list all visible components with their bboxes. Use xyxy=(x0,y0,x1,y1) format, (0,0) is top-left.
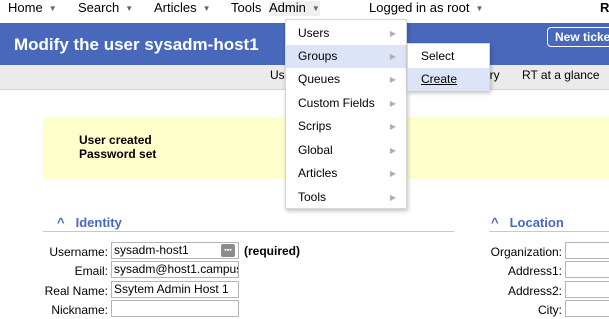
chevron-up-icon: ^ xyxy=(491,215,499,230)
chevron-down-icon: ▼ xyxy=(475,3,484,13)
location-section-title: Location xyxy=(509,215,564,230)
nav-tools-label: Tools xyxy=(231,0,262,15)
nav-logged-in-user[interactable]: Logged in as root ▼ xyxy=(369,1,483,16)
menu-item-label: Scrips xyxy=(298,119,332,133)
nickname-field[interactable] xyxy=(111,300,239,317)
nav-admin-label: Admin xyxy=(269,0,306,15)
chevron-right-icon: ▶ xyxy=(389,52,396,61)
menu-item-users[interactable]: Users ▶ xyxy=(286,22,406,45)
menu-item-tools[interactable]: Tools ▶ xyxy=(286,186,406,209)
username-field[interactable]: sysadm-host1 xyxy=(111,242,239,259)
nav-overflow-label: R xyxy=(600,0,609,15)
organization-field[interactable] xyxy=(565,242,609,259)
organization-label: Organization: xyxy=(490,245,562,259)
identity-divider xyxy=(43,231,454,232)
chevron-right-icon: ▶ xyxy=(389,29,396,38)
nav-admin[interactable]: Admin ▼ xyxy=(269,1,320,16)
result-message: Password set xyxy=(79,147,157,161)
real-name-label: Real Name: xyxy=(44,284,108,298)
nav-overflow-item[interactable]: R xyxy=(600,1,609,15)
city-field[interactable] xyxy=(565,300,609,317)
groups-submenu: Select Create xyxy=(407,43,490,91)
menu-item-global[interactable]: Global ▶ xyxy=(286,139,406,162)
real-name-field[interactable]: Ssytem Admin Host 1 xyxy=(111,281,239,298)
menu-item-label: Global xyxy=(298,143,333,157)
address1-field[interactable] xyxy=(565,261,609,278)
chevron-down-icon: ▼ xyxy=(311,3,320,13)
tab-user-partial[interactable]: Us xyxy=(270,68,285,82)
chevron-up-icon: ^ xyxy=(57,215,65,230)
chevron-right-icon: ▶ xyxy=(389,169,396,178)
nav-search[interactable]: Search ▼ xyxy=(78,1,133,16)
page-title: Modify the user sysadm-host1 xyxy=(14,35,259,54)
nav-home-label: Home xyxy=(8,0,43,15)
keyboard-icon[interactable]: ▪▪▪ xyxy=(221,244,235,257)
location-divider xyxy=(489,231,609,232)
chevron-right-icon: ▶ xyxy=(389,75,396,84)
top-menu-bar: Home ▼ Search ▼ Articles ▼ Tools ▼ Admin ▼ Lo… xyxy=(0,0,609,16)
nav-articles-label: Articles xyxy=(154,0,197,15)
menu-item-label: Users xyxy=(298,26,330,40)
menu-item-label: Custom Fields xyxy=(298,96,375,110)
nav-articles[interactable]: Articles ▼ xyxy=(154,1,211,16)
admin-dropdown-menu: Users ▶ Groups ▶ Queues ▶ Custom Fields ▶ Sc… xyxy=(285,19,407,209)
menu-item-label: Tools xyxy=(298,190,327,204)
menu-item-label: Articles xyxy=(298,166,338,180)
identity-section-title: Identity xyxy=(75,215,122,230)
chevron-down-icon: ▼ xyxy=(48,3,57,13)
nav-logged-in-label: Logged in as root xyxy=(369,0,470,15)
identity-section-toggle[interactable]: ^ Identity xyxy=(57,216,122,230)
chevron-down-icon: ▼ xyxy=(202,3,211,13)
address2-field[interactable] xyxy=(565,281,609,298)
chevron-down-icon: ▼ xyxy=(125,3,134,13)
chevron-right-icon: ▶ xyxy=(389,122,396,131)
chevron-right-icon: ▶ xyxy=(389,193,396,202)
new-ticket-button[interactable]: New ticket xyxy=(547,27,609,47)
email-field[interactable]: sysadm@host1.campus xyxy=(111,261,239,278)
email-label: Email: xyxy=(74,264,108,278)
address2-label: Address2: xyxy=(507,284,562,298)
menu-item-scrips[interactable]: Scrips ▶ xyxy=(286,115,406,138)
chevron-right-icon: ▶ xyxy=(389,99,396,108)
menu-item-articles[interactable]: Articles ▶ xyxy=(286,162,406,185)
location-section-toggle[interactable]: ^ Location xyxy=(491,216,564,230)
menu-item-custom-fields[interactable]: Custom Fields ▶ xyxy=(286,92,406,115)
nav-search-label: Search xyxy=(78,0,120,15)
city-label: City: xyxy=(538,303,562,317)
required-indicator: (required) xyxy=(244,244,301,258)
submenu-item-select[interactable]: Select xyxy=(408,45,489,68)
nickname-label: Nickname: xyxy=(51,303,108,317)
tab-rt-at-a-glance[interactable]: RT at a glance xyxy=(522,68,600,82)
menu-item-groups[interactable]: Groups ▶ xyxy=(286,45,406,68)
username-label: Username: xyxy=(49,245,108,259)
chevron-right-icon: ▶ xyxy=(389,146,396,155)
nav-home[interactable]: Home ▼ xyxy=(8,1,57,16)
menu-item-label: Groups xyxy=(298,49,338,63)
menu-item-queues[interactable]: Queues ▶ xyxy=(286,68,406,91)
result-message: User created xyxy=(79,133,152,147)
menu-item-label: Queues xyxy=(298,72,341,86)
submenu-item-create[interactable]: Create xyxy=(408,68,489,91)
address1-label: Address1: xyxy=(507,264,562,278)
